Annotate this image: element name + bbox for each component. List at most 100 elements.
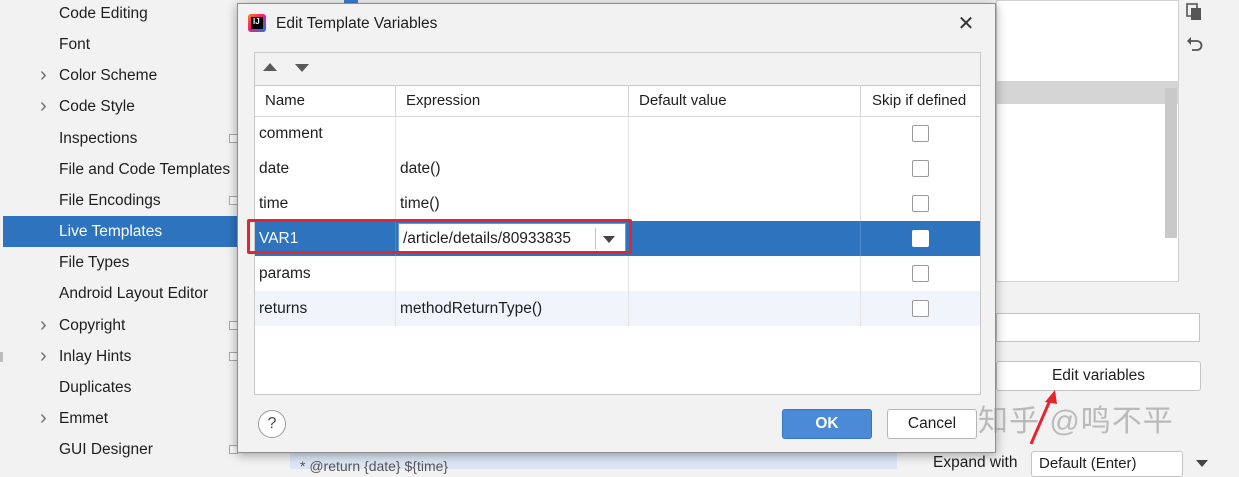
- chevron-right-icon[interactable]: ›: [40, 91, 47, 122]
- skip-if-defined-checkbox[interactable]: [912, 125, 929, 142]
- dialog-titlebar: IJ Edit Template Variables ✕: [238, 4, 995, 44]
- sidebar-item[interactable]: Font: [0, 29, 262, 60]
- sidebar-item-label: File and Code Templates: [59, 160, 231, 178]
- edit-variables-button[interactable]: Edit variables: [996, 361, 1201, 391]
- sidebar-item-label: Color Scheme: [59, 67, 158, 85]
- table-row[interactable]: VAR1/article/details/80933835: [255, 221, 980, 256]
- sidebar-item-label: Font: [59, 36, 91, 54]
- sidebar-item-label: File Encodings: [59, 191, 161, 209]
- default-value-cell[interactable]: [629, 186, 861, 221]
- skip-if-defined-checkbox[interactable]: [912, 160, 929, 177]
- header-name[interactable]: Name: [255, 86, 396, 116]
- chevron-right-icon[interactable]: ›: [40, 310, 47, 341]
- sidebar-item[interactable]: Live Templates: [3, 216, 262, 248]
- close-button[interactable]: ✕: [954, 12, 978, 36]
- expression-cell[interactable]: time(): [396, 186, 629, 221]
- sidebar-item-label: Copyright: [59, 316, 126, 334]
- expand-with-value: Default (Enter): [1039, 455, 1137, 472]
- skip-if-defined-checkbox[interactable]: [912, 230, 929, 247]
- settings-sidebar: Code Editing Font › Color Scheme › Code Style…: [0, 0, 263, 469]
- expression-cell[interactable]: date(): [396, 151, 629, 186]
- variable-name-cell[interactable]: VAR1: [255, 221, 396, 256]
- chevron-down-icon[interactable]: [603, 236, 615, 243]
- default-value-cell[interactable]: [629, 291, 861, 326]
- sidebar-item-label: Duplicates: [59, 378, 132, 396]
- sidebar-item-label: Emmet: [59, 409, 109, 427]
- sidebar-item-label: Live Templates: [59, 223, 163, 241]
- template-list-scrollbar[interactable]: [1165, 88, 1177, 238]
- undo-icon[interactable]: [1186, 35, 1204, 53]
- sidebar-item[interactable]: › Emmet: [0, 403, 262, 434]
- default-value-cell[interactable]: [629, 151, 861, 186]
- sidebar-item-label: File Types: [59, 254, 130, 272]
- move-up-icon[interactable]: [263, 63, 277, 71]
- sidebar-item[interactable]: › Copyright: [0, 310, 262, 341]
- dialog-title: Edit Template Variables: [276, 15, 438, 32]
- sidebar-item-label: Android Layout Editor: [59, 285, 209, 303]
- abbreviation-field[interactable]: [996, 313, 1200, 342]
- expression-cell[interactable]: [396, 116, 629, 151]
- expression-cell[interactable]: methodReturnType(): [396, 291, 629, 326]
- sidebar-item[interactable]: Inspections: [0, 123, 262, 154]
- ok-button[interactable]: OK: [782, 409, 872, 439]
- sidebar-item-label: Inlay Hints: [59, 347, 132, 365]
- sidebar-item[interactable]: GUI Designer: [0, 434, 262, 465]
- variable-name-cell[interactable]: comment: [255, 116, 396, 151]
- sidebar-item-label: GUI Designer: [59, 441, 153, 459]
- edit-template-variables-dialog: IJ Edit Template Variables ✕ Name Express…: [237, 3, 996, 453]
- cancel-button[interactable]: Cancel: [887, 409, 977, 439]
- expression-value[interactable]: /article/details/80933835: [403, 224, 571, 253]
- table-row[interactable]: returns methodReturnType(): [255, 291, 980, 326]
- chevron-right-icon[interactable]: ›: [40, 341, 47, 372]
- variable-name-cell[interactable]: date: [255, 151, 396, 186]
- left-edge-marker: [0, 352, 3, 362]
- sidebar-item[interactable]: Android Layout Editor: [0, 278, 262, 309]
- header-expression[interactable]: Expression: [396, 86, 629, 116]
- chevron-right-icon[interactable]: ›: [40, 60, 47, 91]
- variables-table-panel: Name Expression Default value Skip if defin…: [254, 52, 981, 395]
- sidebar-item-label: Code Style: [59, 98, 135, 116]
- chevron-right-icon[interactable]: ›: [40, 403, 47, 434]
- table-header: Name Expression Default value Skip if defin…: [255, 86, 980, 117]
- sidebar-item[interactable]: › Color Scheme: [0, 60, 262, 91]
- sidebar-item[interactable]: Code Editing: [0, 0, 262, 29]
- table-row[interactable]: comment: [255, 116, 980, 151]
- skip-if-defined-checkbox[interactable]: [912, 300, 929, 317]
- sidebar-item[interactable]: › Inlay Hints: [0, 341, 262, 372]
- default-value-cell[interactable]: [629, 116, 861, 151]
- copy-icon[interactable]: [1186, 3, 1202, 21]
- intellij-app-icon: IJ: [248, 14, 266, 32]
- skip-if-defined-checkbox[interactable]: [912, 265, 929, 282]
- expression-combo-editor[interactable]: /article/details/80933835: [398, 223, 626, 254]
- sidebar-item-label: Code Editing: [59, 5, 148, 22]
- sidebar-item[interactable]: › Code Style: [0, 91, 262, 122]
- combo-separator: [595, 228, 596, 249]
- help-button[interactable]: ?: [258, 410, 286, 438]
- sidebar-item[interactable]: File and Code Templates: [0, 154, 262, 185]
- expression-cell[interactable]: [396, 256, 629, 291]
- table-row[interactable]: params: [255, 256, 980, 291]
- table-row[interactable]: date date(): [255, 151, 980, 186]
- expand-with-label: Expand with: [933, 454, 1018, 471]
- header-default-value[interactable]: Default value: [629, 86, 861, 116]
- chevron-down-icon: [1196, 460, 1208, 467]
- default-value-cell[interactable]: [629, 256, 861, 291]
- header-skip-if-defined[interactable]: Skip if defined: [861, 86, 980, 116]
- sidebar-item[interactable]: Duplicates: [0, 372, 262, 403]
- default-value-cell[interactable]: [629, 221, 861, 256]
- variable-name-cell[interactable]: returns: [255, 291, 396, 326]
- table-row[interactable]: time time(): [255, 186, 980, 221]
- template-list[interactable]: [996, 0, 1179, 282]
- move-down-icon[interactable]: [295, 64, 309, 72]
- sidebar-item-label: Inspections: [59, 129, 138, 147]
- annotation-arrow-icon: [1029, 390, 1057, 445]
- variable-name-cell[interactable]: params: [255, 256, 396, 291]
- table-toolbar: [255, 53, 980, 86]
- sidebar-item[interactable]: File Encodings: [0, 185, 262, 216]
- template-text-snippet: * @return {date} ${time}: [300, 458, 449, 474]
- skip-if-defined-checkbox[interactable]: [912, 195, 929, 212]
- template-list-selected-row[interactable]: [996, 81, 1179, 104]
- variable-name-cell[interactable]: time: [255, 186, 396, 221]
- expand-with-select[interactable]: Default (Enter): [1031, 451, 1208, 477]
- sidebar-item[interactable]: File Types: [0, 247, 262, 278]
